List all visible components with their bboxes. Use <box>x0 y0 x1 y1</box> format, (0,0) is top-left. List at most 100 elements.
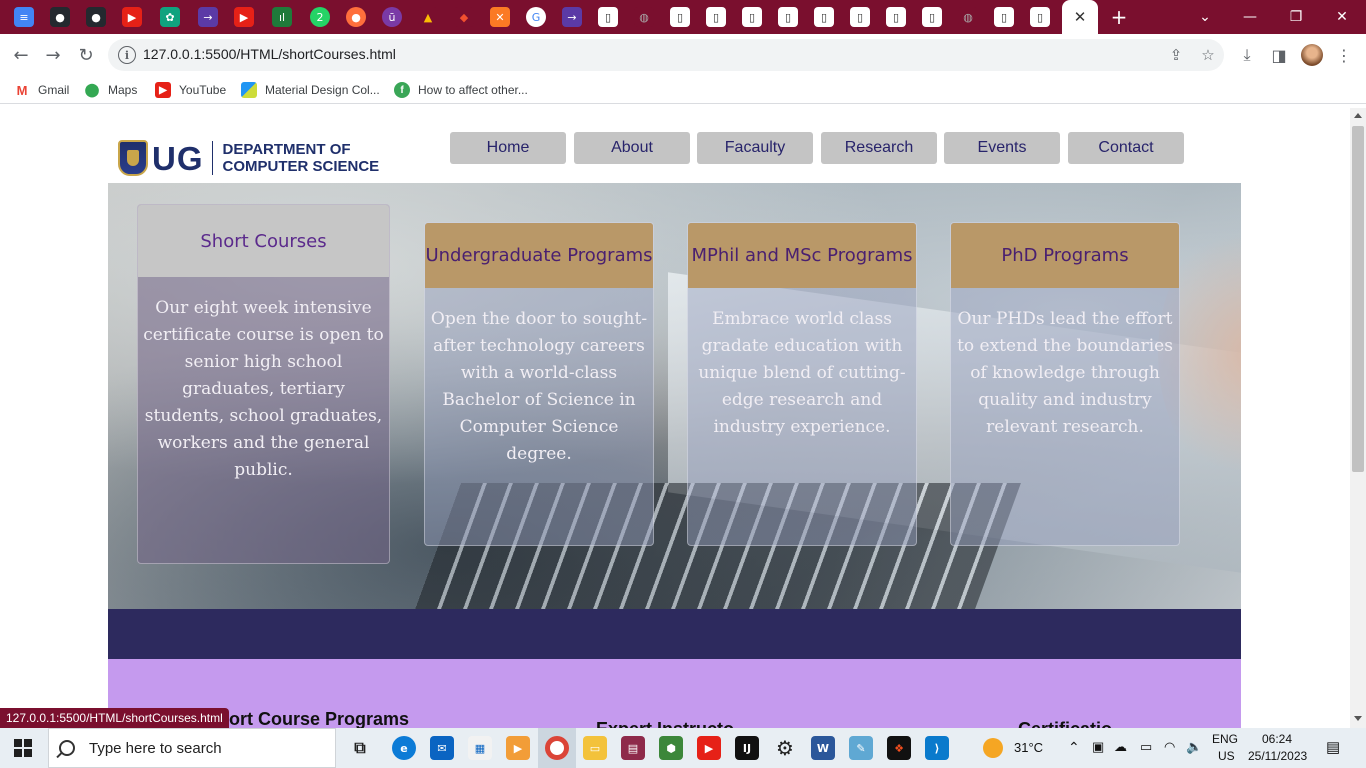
language-indicator[interactable]: ENG <box>1212 732 1238 746</box>
onedrive-icon[interactable]: ☁ <box>1114 739 1127 755</box>
globe-tab-icon[interactable]: ◍ <box>958 7 978 27</box>
nav-research[interactable]: Research <box>821 132 937 164</box>
youtube-app-icon[interactable]: ▶ <box>697 736 721 760</box>
page-scrollbar[interactable] <box>1350 108 1366 728</box>
google-tab-icon[interactable]: G <box>526 7 546 27</box>
back-button[interactable]: ← <box>8 42 34 68</box>
tray-overflow-icon[interactable]: ⌃ <box>1068 739 1080 756</box>
page-tab-icon[interactable]: ▯ <box>670 7 690 27</box>
bookmark-how-to[interactable]: f How to affect other... <box>394 81 528 99</box>
menu-kebab-icon[interactable]: ⋮ <box>1332 43 1356 67</box>
bookmark-youtube[interactable]: ▶ YouTube <box>155 81 226 99</box>
page-tab-icon[interactable]: ▯ <box>598 7 618 27</box>
restore-button[interactable]: ❐ <box>1284 5 1308 29</box>
edge-icon[interactable]: e <box>392 736 416 760</box>
page-tab-icon[interactable]: ▯ <box>886 7 906 27</box>
word-icon[interactable]: W <box>811 736 835 760</box>
reload-button[interactable]: ↻ <box>73 42 99 68</box>
site-info-icon[interactable]: i <box>118 46 136 64</box>
whatsapp-tab-icon[interactable]: 2 <box>310 7 330 27</box>
nav-events[interactable]: Events <box>944 132 1060 164</box>
chrome-icon[interactable] <box>545 736 569 760</box>
region-indicator[interactable]: US <box>1218 749 1235 763</box>
battery-icon[interactable]: ▭ <box>1140 739 1152 755</box>
minimize-button[interactable]: — <box>1238 5 1262 29</box>
page-tab-icon[interactable]: ▯ <box>850 7 870 27</box>
taskbar-search-box[interactable]: Type here to search <box>48 728 336 768</box>
notification-center-icon[interactable]: ▤ <box>1326 738 1340 756</box>
site-logo[interactable]: UG DEPARTMENT OF COMPUTER SCIENCE <box>118 138 388 178</box>
windows-start-button[interactable] <box>14 739 32 757</box>
chart-tab-icon[interactable]: ıl <box>272 7 292 27</box>
uplift-tab-icon[interactable]: ū <box>382 7 402 27</box>
new-tab-button[interactable]: + <box>1106 4 1132 30</box>
arrow-tab-icon[interactable]: → <box>562 7 582 27</box>
notepad-icon[interactable]: ✎ <box>849 736 873 760</box>
page-tab-icon[interactable]: ▯ <box>814 7 834 27</box>
forward-button[interactable]: → <box>40 42 66 68</box>
weather-icon[interactable] <box>983 738 1003 758</box>
vscode-icon[interactable]: ⟩ <box>925 736 949 760</box>
nav-about[interactable]: About <box>574 132 690 164</box>
card-short-courses[interactable]: Short Courses Our eight week intensive c… <box>137 204 390 564</box>
address-url[interactable]: 127.0.0.1:5500/HTML/shortCourses.html <box>143 46 396 62</box>
page-tab-icon[interactable]: ▯ <box>1030 7 1050 27</box>
github-tab-icon[interactable]: ● <box>86 7 106 27</box>
bookmark-maps[interactable]: ⬤ Maps <box>84 81 137 99</box>
drive-tab-icon[interactable]: ▲ <box>418 7 438 27</box>
google-docs-tab-icon[interactable]: ≡ <box>14 7 34 27</box>
arrow-tab-icon[interactable]: → <box>198 7 218 27</box>
card-mphil-msc[interactable]: MPhil and MSc Programs Embrace world cla… <box>687 222 917 546</box>
chatgpt-tab-icon[interactable]: ✿ <box>160 7 180 27</box>
page-tab-icon[interactable]: ▯ <box>922 7 942 27</box>
youtube-tab-icon[interactable]: ▶ <box>234 7 254 27</box>
bookmark-star-icon[interactable]: ☆ <box>1198 45 1218 65</box>
xampp-tab-icon[interactable]: ✕ <box>490 7 510 27</box>
git-tab-icon[interactable]: ◆ <box>454 7 474 27</box>
youtube-tab-icon[interactable]: ▶ <box>122 7 142 27</box>
card-description: Our eight week intensive certificate cou… <box>143 298 384 480</box>
nav-home[interactable]: Home <box>450 132 566 164</box>
clock-date[interactable]: 25/11/2023 <box>1248 749 1307 763</box>
page-tab-icon[interactable]: ▯ <box>994 7 1014 27</box>
settings-icon[interactable]: ⚙ <box>773 736 797 760</box>
clock-time[interactable]: 06:24 <box>1262 732 1292 746</box>
profile-avatar[interactable] <box>1301 44 1323 66</box>
page-tab-icon[interactable]: ▯ <box>706 7 726 27</box>
card-undergraduate[interactable]: Undergraduate Programs Open the door to … <box>424 222 654 546</box>
mail-icon[interactable]: ✉ <box>430 736 454 760</box>
scroll-up-arrow[interactable] <box>1354 113 1362 118</box>
firefox-tab-icon[interactable]: ● <box>346 7 366 27</box>
nav-faculty[interactable]: Facaulty <box>697 132 813 164</box>
globe-tab-icon[interactable]: ◍ <box>634 7 654 27</box>
active-tab-close-button[interactable]: ✕ <box>1062 0 1098 34</box>
media-player-icon[interactable]: ▶ <box>506 736 530 760</box>
page-tab-icon[interactable]: ▯ <box>778 7 798 27</box>
weather-temperature[interactable]: 31°C <box>1014 740 1043 755</box>
jetbrains-icon[interactable]: IJ <box>735 736 759 760</box>
nodejs-icon[interactable]: ⬢ <box>659 736 683 760</box>
close-window-button[interactable]: ✕ <box>1330 5 1354 29</box>
wifi-icon[interactable]: ◠ <box>1164 739 1175 755</box>
winrar-icon[interactable]: ▤ <box>621 736 645 760</box>
task-view-icon[interactable]: ⧉ <box>348 736 372 760</box>
tab-search-button[interactable]: ⌄ <box>1193 5 1217 29</box>
side-panel-icon[interactable]: ◨ <box>1267 43 1291 67</box>
scroll-thumb[interactable] <box>1352 126 1364 472</box>
github-tab-icon[interactable]: ● <box>50 7 70 27</box>
address-bar[interactable]: i 127.0.0.1:5500/HTML/shortCourses.html … <box>108 39 1224 71</box>
download-icon[interactable]: ⤓ <box>1235 43 1259 67</box>
share-icon[interactable]: ⇪ <box>1166 45 1186 65</box>
file-explorer-icon[interactable]: ▭ <box>583 736 607 760</box>
page-tab-icon[interactable]: ▯ <box>742 7 762 27</box>
bookmark-label: Material Design Col... <box>265 83 380 97</box>
tray-app-icon[interactable]: ▣ <box>1092 739 1104 755</box>
bookmark-material-design[interactable]: Material Design Col... <box>241 81 380 99</box>
figma-icon[interactable]: ❖ <box>887 736 911 760</box>
scroll-down-arrow[interactable] <box>1354 716 1362 721</box>
store-icon[interactable]: ▦ <box>468 736 492 760</box>
bookmark-gmail[interactable]: M Gmail <box>14 81 69 99</box>
nav-contact[interactable]: Contact <box>1068 132 1184 164</box>
volume-icon[interactable]: 🔈 <box>1186 739 1202 755</box>
card-phd[interactable]: PhD Programs Our PHDs lead the effort to… <box>950 222 1180 546</box>
